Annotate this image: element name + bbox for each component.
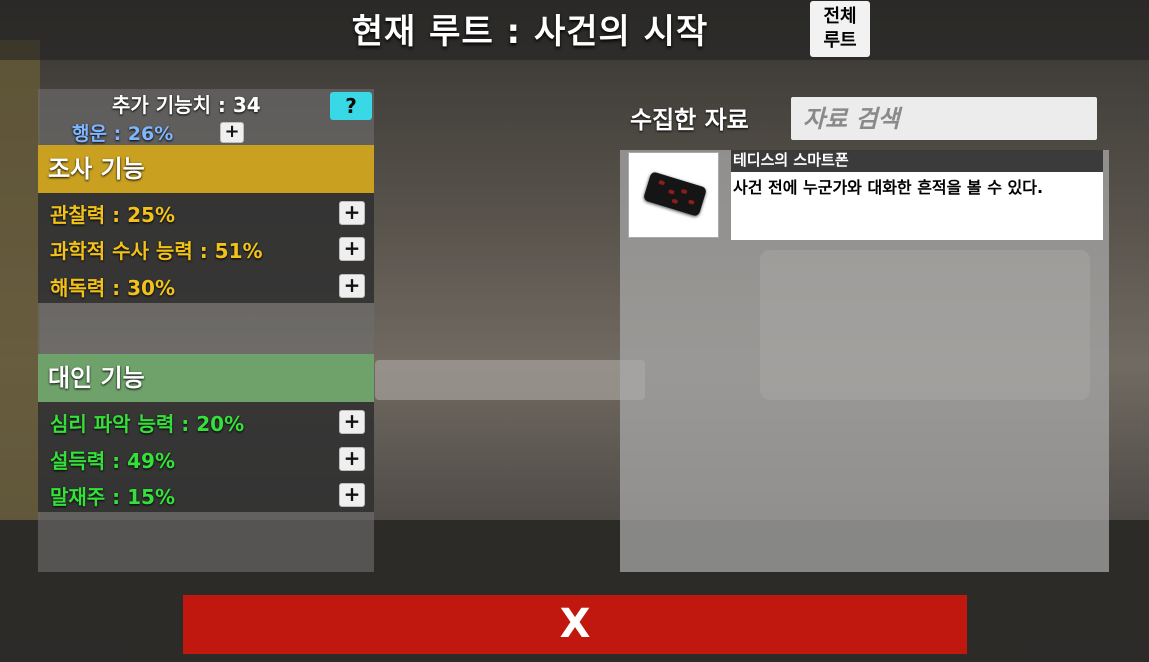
extra-points-label: 추가 기능치 : 34 <box>112 93 261 117</box>
help-button[interactable]: ? <box>330 92 372 120</box>
skill-observation-plus[interactable]: + <box>339 201 365 225</box>
item-name: 테디스의 스마트폰 <box>731 150 1103 172</box>
smartphone-icon <box>642 171 708 217</box>
item-thumbnail[interactable] <box>628 152 719 238</box>
skill-forensics: 과학적 수사 능력 : 51% <box>50 239 263 263</box>
skill-decoding-plus[interactable]: + <box>339 274 365 298</box>
skill-observation: 관찰력 : 25% <box>50 203 175 227</box>
investigation-header: 조사 기능 <box>38 145 374 193</box>
skill-persuasion: 설득력 : 49% <box>50 449 175 473</box>
material-search-input[interactable] <box>791 97 1097 140</box>
all-route-button[interactable]: 전체 루트 <box>810 1 870 57</box>
skill-persuasion-plus[interactable]: + <box>339 447 365 471</box>
route-title: 현재 루트 : 사건의 시작 <box>351 12 709 52</box>
close-button[interactable]: X <box>183 595 967 654</box>
skill-forensics-plus[interactable]: + <box>339 237 365 261</box>
skill-decoding: 해독력 : 30% <box>50 276 175 300</box>
luck-plus-button[interactable]: + <box>220 122 244 143</box>
skill-psychology-plus[interactable]: + <box>339 410 365 434</box>
collected-materials-label: 수집한 자료 <box>630 106 749 134</box>
interpersonal-header: 대인 기능 <box>38 354 374 402</box>
luck-stat: 행운 : 26% <box>72 123 174 145</box>
skill-psychology: 심리 파악 능력 : 20% <box>50 412 245 436</box>
item-description: 사건 전에 누군가와 대화한 흔적을 볼 수 있다. <box>733 178 1044 197</box>
skill-eloquence: 말재주 : 15% <box>50 485 175 509</box>
skill-eloquence-plus[interactable]: + <box>339 483 365 507</box>
